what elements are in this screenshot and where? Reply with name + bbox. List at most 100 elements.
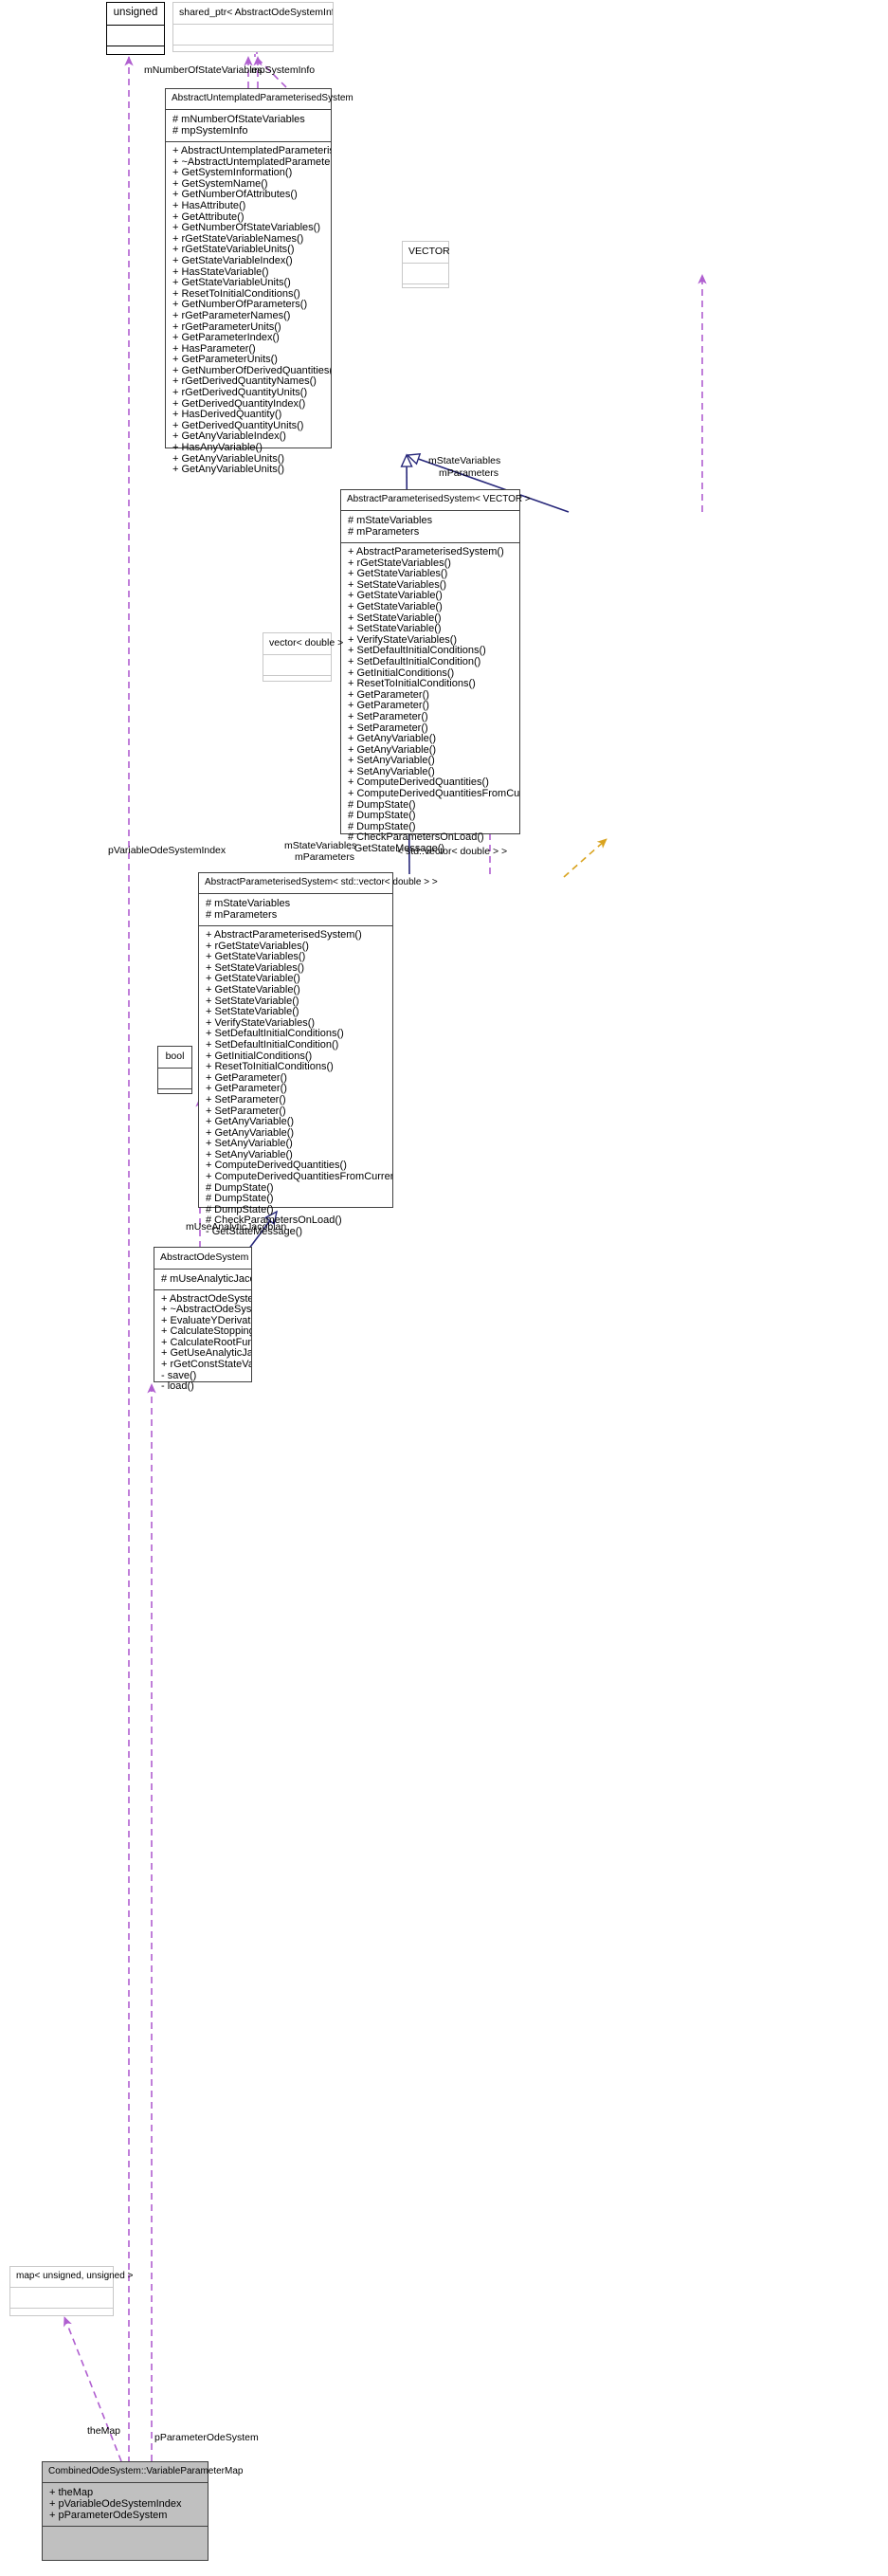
- class-member-row: + GetSystemInformation(): [172, 168, 293, 179]
- class-member-row: # DumpState(): [348, 811, 416, 822]
- class-member-row: + GetParameterUnits(): [172, 355, 278, 366]
- class-member-row: + GetNumberOfStateVariables(): [172, 223, 320, 234]
- class-member-row: + GetNumberOfDerivedQuantities(): [172, 365, 331, 376]
- class-member-row: + CalculateStoppingEvent(): [161, 1326, 251, 1338]
- class-member-row: + AbstractOdeSystem(): [161, 1293, 251, 1305]
- edge-label-mstatevariables-std: mStateVariables: [284, 840, 357, 851]
- class-member-row: + GetInitialConditions(): [348, 667, 455, 679]
- class-operations: [10, 2309, 113, 2325]
- class-member-row: + GetParameter(): [348, 689, 429, 701]
- class-node-unsigned[interactable]: unsigned: [106, 2, 165, 55]
- class-node-bool[interactable]: bool: [157, 1046, 192, 1094]
- class-member-row: + GetAnyVariableUnits(): [172, 453, 285, 465]
- class-member-row: + GetStateVariables(): [348, 569, 448, 580]
- class-member-row: + GetDerivedQuantityUnits(): [172, 420, 304, 431]
- class-member-row: + GetStateVariable(): [206, 974, 300, 985]
- class-node-abstract-untemplated-parameterised-system[interactable]: AbstractUntemplatedParameterisedSystem #…: [165, 88, 353, 475]
- class-member-row: + GetAnyVariable(): [348, 744, 437, 756]
- class-member-row: + ComputeDerivedQuantities(): [206, 1160, 347, 1172]
- class-operations: [158, 1089, 191, 1105]
- class-member-row: + VerifyStateVariables(): [348, 634, 458, 646]
- class-member-row: + GetParameter(): [348, 701, 429, 712]
- class-member-row: # mStateVariables: [348, 515, 433, 526]
- class-attributes: [10, 2288, 113, 2309]
- class-member-row: + GetDerivedQuantityIndex(): [172, 398, 306, 410]
- class-node-shared-ptr[interactable]: shared_ptr< AbstractOdeSystemInformation…: [172, 2, 334, 52]
- class-attributes: [107, 26, 164, 46]
- class-member-row: # DumpState(): [348, 821, 416, 832]
- class-member-row: + SetParameter(): [206, 1094, 286, 1105]
- class-node-vector-double[interactable]: vector< double >: [263, 632, 343, 682]
- class-attributes: # mNumberOfStateVariables # mpSystemInfo: [166, 110, 331, 142]
- class-operations: [107, 46, 164, 66]
- class-attributes: [263, 655, 331, 676]
- class-attributes: [158, 1069, 191, 1089]
- class-member-row: + GetAnyVariableUnits(): [172, 465, 285, 476]
- class-attributes: # mStateVariables # mParameters: [341, 511, 519, 543]
- class-title: AbstractParameterisedSystem< std::vector…: [199, 873, 438, 894]
- class-operations: [403, 284, 448, 301]
- class-member-row: + GetStateVariable(): [348, 591, 443, 602]
- class-operations: + AbstractParameterisedSystem() + rGetSta…: [199, 926, 392, 1243]
- class-node-abstract-ode-system[interactable]: AbstractOdeSystem # mUseAnalyticJacobian…: [154, 1247, 252, 1392]
- class-member-row: + ~AbstractOdeSystem(): [161, 1305, 251, 1316]
- class-member-row: + rGetStateVariableNames(): [172, 233, 304, 245]
- class-member-row: + GetNumberOfAttributes(): [172, 190, 298, 201]
- class-member-row: + SetAnyVariable(): [348, 756, 435, 767]
- class-member-row: + SetAnyVariable(): [206, 1149, 293, 1160]
- class-member-row: + SetAnyVariable(): [348, 766, 435, 777]
- class-member-row: + ResetToInitialConditions(): [206, 1062, 334, 1073]
- class-title: shared_ptr< AbstractOdeSystemInformation…: [173, 3, 333, 25]
- class-member-row: + GetAnyVariable(): [206, 1117, 295, 1128]
- class-member-row: + CalculateRootFunction(): [161, 1337, 251, 1348]
- class-member-row: + GetStateVariable(): [348, 601, 443, 612]
- class-member-row: + GetAttribute(): [172, 211, 245, 223]
- class-title: CombinedOdeSystem::VariableParameterMap: [43, 2462, 243, 2483]
- class-member-row: + GetStateVariableIndex(): [172, 255, 293, 266]
- class-node-combined-ode-system-variable-parameter-map[interactable]: CombinedOdeSystem::VariableParameterMap …: [42, 2461, 243, 2561]
- class-node-vector-template-param[interactable]: VECTOR: [402, 241, 450, 288]
- class-member-row: # CheckParametersOnLoad(): [348, 832, 484, 844]
- class-node-abstract-parameterised-system-vector[interactable]: AbstractParameterisedSystem< VECTOR > # …: [340, 489, 531, 854]
- edge-label-mpsysteminfo: mpSystemInfo: [251, 64, 316, 76]
- class-member-row: + ~AbstractUntemplatedParameterisedSyste…: [172, 156, 331, 168]
- class-title: AbstractUntemplatedParameterisedSystem: [166, 89, 353, 110]
- class-member-row: + AbstractUntemplatedParameterisedSystem…: [172, 146, 331, 156]
- class-member-row: + SetDefaultInitialCondition(): [348, 656, 481, 667]
- diagram-edges: [244, 54, 287, 88]
- class-member-row: + GetParameter(): [206, 1084, 287, 1095]
- class-title: AbstractParameterisedSystem< VECTOR >: [341, 490, 531, 511]
- class-operations: + AbstractParameterisedSystem() + rGetSta…: [341, 543, 519, 860]
- class-member-row: + AbstractParameterisedSystem(): [206, 930, 362, 941]
- class-member-row: # mUseAnalyticJacobian: [161, 1272, 251, 1285]
- class-member-row: + rGetStateVariableUnits(): [172, 245, 295, 256]
- class-title: unsigned: [107, 3, 164, 26]
- class-member-row: + ResetToInitialConditions(): [348, 679, 476, 690]
- class-member-row: + ComputeDerivedQuantitiesFromCurrentSta…: [206, 1172, 392, 1183]
- class-node-abstract-parameterised-system-std-vector-double[interactable]: AbstractParameterisedSystem< std::vector…: [198, 872, 438, 1237]
- class-member-row: + SetParameter(): [206, 1105, 286, 1117]
- class-member-row: + SetParameter(): [348, 711, 428, 722]
- class-attributes: + theMap + pVariableOdeSystemIndex + pPara…: [43, 2483, 208, 2527]
- class-member-row: + SetStateVariable(): [206, 1007, 299, 1018]
- class-member-row: + HasStateVariable(): [172, 266, 269, 278]
- class-member-row: + pParameterOdeSystem: [49, 2510, 168, 2521]
- class-attributes: [173, 25, 333, 46]
- class-member-row: + AbstractParameterisedSystem(): [348, 547, 504, 557]
- class-member-row: + SetStateVariable(): [206, 996, 299, 1007]
- class-member-row: # DumpState(): [206, 1182, 274, 1194]
- class-member-row: # mParameters: [206, 909, 278, 921]
- class-title: AbstractOdeSystem: [154, 1248, 251, 1270]
- class-member-row: + GetAnyVariable(): [206, 1127, 295, 1139]
- edge-label-mnumberofstatevariables: mNumberOfStateVariables: [144, 64, 263, 76]
- class-member-row: + ComputeDerivedQuantities(): [348, 777, 489, 789]
- class-member-row: # mStateVariables: [206, 898, 291, 909]
- class-member-row: + SetDefaultInitialCondition(): [206, 1039, 339, 1050]
- class-node-map-unsigned-unsigned[interactable]: map< unsigned, unsigned >: [9, 2266, 133, 2316]
- class-operations: [173, 46, 333, 65]
- class-operations: + AbstractOdeSystem()+ ~AbstractOdeSyste…: [154, 1290, 251, 1398]
- class-member-row: + SetParameter(): [348, 722, 428, 734]
- class-member-row: + EvaluateYDerivatives(): [161, 1315, 251, 1326]
- class-member-row: - load(): [161, 1381, 194, 1393]
- class-member-row: + rGetDerivedQuantityUnits(): [172, 388, 308, 399]
